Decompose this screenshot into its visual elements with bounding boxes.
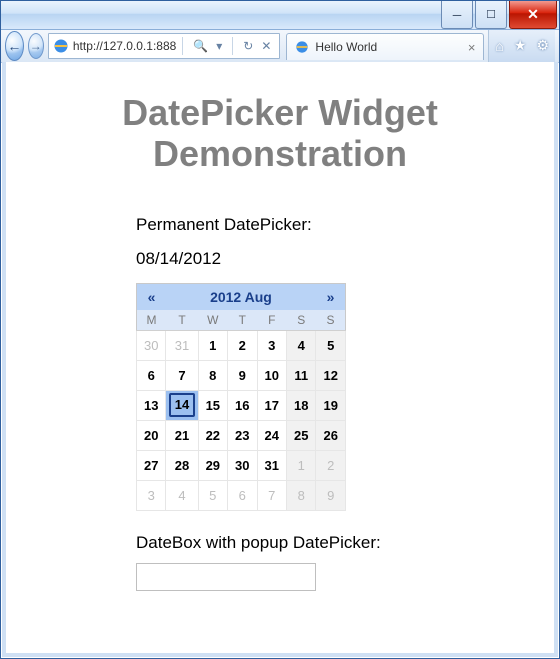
calendar-day-cell[interactable]: 3 — [137, 480, 166, 510]
back-arrow-icon: ← — [7, 38, 21, 54]
dow-cell: S — [316, 310, 346, 331]
dow-cell: T — [166, 310, 198, 331]
favorites-icon[interactable]: ★ — [514, 37, 527, 54]
calendar-day-cell[interactable]: 30 — [137, 330, 166, 360]
calendar-day-cell[interactable]: 2 — [316, 450, 346, 480]
browser-toolbar: ← → http://127.0.0.1:888 🔍 ▾ ↻ ✕ Hello W… — [1, 30, 559, 63]
search-icon[interactable]: 🔍 — [189, 39, 212, 53]
reload-icon[interactable]: ↻ — [239, 39, 257, 53]
tab-title: Hello World — [315, 40, 377, 54]
calendar-day-cell[interactable]: 6 — [228, 480, 257, 510]
calendar-day-cell[interactable]: 30 — [228, 450, 257, 480]
back-button[interactable]: ← — [5, 31, 24, 61]
minimize-icon: ─ — [453, 8, 462, 22]
calendar-day-cell[interactable]: 7 — [257, 480, 286, 510]
calendar-day-cell[interactable]: 16 — [228, 390, 257, 420]
calendar-day-cell[interactable]: 13 — [137, 390, 166, 420]
calendar-day-cell[interactable]: 8 — [286, 480, 315, 510]
calendar-day-cell[interactable]: 31 — [166, 330, 198, 360]
calendar-day-cell[interactable]: 2 — [228, 330, 257, 360]
calendar-day-cell[interactable]: 17 — [257, 390, 286, 420]
calendar-day-cell[interactable]: 20 — [137, 420, 166, 450]
calendar-next-button[interactable]: » — [316, 283, 346, 310]
dropdown-icon[interactable]: ▾ — [212, 39, 226, 53]
calendar-day-cell[interactable]: 5 — [198, 480, 227, 510]
dow-cell: M — [137, 310, 166, 331]
selected-date-text: 08/14/2012 — [136, 249, 534, 269]
maximize-button[interactable]: ☐ — [475, 1, 507, 29]
datebox-input[interactable] — [136, 563, 316, 591]
calendar-day-cell[interactable]: 22 — [198, 420, 227, 450]
dow-cell: F — [257, 310, 286, 331]
calendar-day-cell[interactable]: 28 — [166, 450, 198, 480]
calendar-day-cell[interactable]: 26 — [316, 420, 346, 450]
address-url: http://127.0.0.1:888 — [73, 39, 176, 53]
calendar-day-cell[interactable]: 31 — [257, 450, 286, 480]
tools-icon[interactable]: ⚙ — [536, 37, 549, 54]
datepicker-calendar: « 2012 Aug » M T W T F S S 3031123456789… — [136, 283, 346, 511]
forward-arrow-icon: → — [30, 39, 42, 53]
browser-window: ─ ☐ ✕ ← → http://127.0.0.1:888 🔍 ▾ — [0, 0, 560, 659]
calendar-day-cell[interactable]: 12 — [316, 360, 346, 390]
calendar-dow-row: M T W T F S S — [137, 310, 346, 331]
calendar-day-cell[interactable]: 1 — [286, 450, 315, 480]
calendar-day-cell[interactable]: 27 — [137, 450, 166, 480]
window-titlebar: ─ ☐ ✕ — [1, 1, 559, 30]
stop-icon[interactable]: ✕ — [257, 39, 275, 53]
calendar-day-cell[interactable]: 25 — [286, 420, 315, 450]
permanent-datepicker-label: Permanent DatePicker: — [136, 215, 534, 235]
calendar-day-cell[interactable]: 18 — [286, 390, 315, 420]
dow-cell: S — [286, 310, 315, 331]
forward-button[interactable]: → — [28, 33, 44, 59]
calendar-day-cell[interactable]: 23 — [228, 420, 257, 450]
home-icon[interactable]: ⌂ — [495, 38, 503, 54]
tab-close-icon[interactable]: × — [468, 40, 476, 55]
page-title: DatePicker Widget Demonstration — [26, 92, 534, 175]
minimize-button[interactable]: ─ — [441, 1, 473, 29]
close-icon: ✕ — [527, 6, 539, 23]
dow-cell: W — [198, 310, 227, 331]
calendar-day-cell[interactable]: 4 — [166, 480, 198, 510]
calendar-day-cell[interactable]: 29 — [198, 450, 227, 480]
ie-logo-icon — [53, 38, 69, 54]
maximize-icon: ☐ — [486, 8, 496, 21]
calendar-prev-button[interactable]: « — [137, 283, 166, 310]
calendar-day-cell[interactable]: 24 — [257, 420, 286, 450]
browser-tab[interactable]: Hello World × — [286, 33, 484, 60]
dow-cell: T — [228, 310, 257, 331]
calendar-day-cell[interactable]: 1 — [198, 330, 227, 360]
calendar-day-cell[interactable]: 9 — [316, 480, 346, 510]
viewport: DatePicker Widget Demonstration Permanen… — [2, 62, 558, 657]
calendar-day-cell[interactable]: 11 — [286, 360, 315, 390]
calendar-day-cell[interactable]: 10 — [257, 360, 286, 390]
address-bar[interactable]: http://127.0.0.1:888 🔍 ▾ ↻ ✕ — [48, 33, 281, 59]
calendar-day-cell[interactable]: 8 — [198, 360, 227, 390]
calendar-day-cell[interactable]: 4 — [286, 330, 315, 360]
calendar-day-cell[interactable]: 14 — [166, 390, 198, 420]
close-button[interactable]: ✕ — [509, 1, 557, 29]
calendar-day-cell[interactable]: 21 — [166, 420, 198, 450]
browser-command-bar: ⌂ ★ ⚙ — [488, 30, 555, 63]
calendar-day-cell[interactable]: 3 — [257, 330, 286, 360]
calendar-day-cell[interactable]: 5 — [316, 330, 346, 360]
calendar-title: 2012 Aug — [166, 283, 316, 310]
calendar-day-cell[interactable]: 19 — [316, 390, 346, 420]
popup-datepicker-label: DateBox with popup DatePicker: — [136, 533, 534, 553]
calendar-day-cell[interactable]: 15 — [198, 390, 227, 420]
calendar-day-cell[interactable]: 6 — [137, 360, 166, 390]
calendar-day-cell[interactable]: 7 — [166, 360, 198, 390]
ie-logo-icon — [295, 40, 309, 54]
calendar-day-cell[interactable]: 9 — [228, 360, 257, 390]
